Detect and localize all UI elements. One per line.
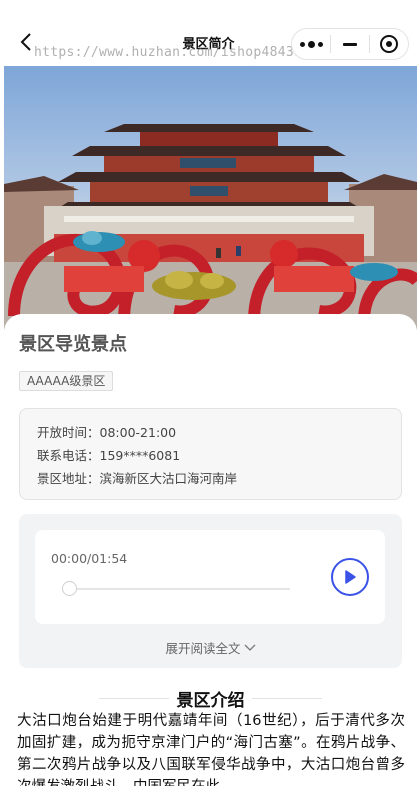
audio-progress-track[interactable] (66, 588, 290, 590)
nav-bar: 景区简介 https://www.huzhan.com/ishop48431 (0, 0, 417, 66)
chevron-down-icon (244, 640, 256, 655)
minimize-icon (343, 42, 357, 46)
spot-title: 景区导览景点 (19, 334, 127, 355)
audio-progress-thumb[interactable] (62, 581, 77, 596)
audio-time: 00:00/01:54 (51, 551, 128, 566)
level-badge: AAAAA级景区 (19, 371, 114, 391)
mini-program-capsule (291, 28, 409, 60)
intro-title: 景区介绍 (176, 691, 245, 711)
spot-address[interactable]: 景区地址：滨海新区大沽口海河南岸 (37, 470, 401, 493)
pagoda-image (4, 66, 417, 330)
contact-phone[interactable]: 联系电话：159****6081 (37, 447, 401, 470)
play-button[interactable] (331, 558, 369, 596)
audio-player: 00:00/01:54 (35, 530, 385, 624)
close-target-icon (380, 35, 398, 53)
intro-heading: 景区介绍 (19, 686, 402, 711)
opening-hours: 开放时间：08:00-21:00 (37, 425, 177, 440)
minimize-button[interactable] (331, 29, 369, 59)
intro-text: 大沽口炮台始建于明代嘉靖年间（16世纪），后于清代多次加固扩建，成为扼守京津门户… (17, 713, 405, 786)
play-icon (345, 570, 356, 584)
close-button[interactable] (370, 29, 408, 59)
audio-guide: 00:00/01:54 展开阅读全文 (19, 514, 402, 668)
watermark-text: https://www.huzhan.com/ishop48431 (34, 45, 303, 60)
heading-divider-right (252, 698, 322, 699)
more-dots-icon (299, 40, 323, 48)
more-button[interactable] (292, 29, 330, 59)
banner-image (4, 66, 417, 330)
content-card: 景区导览景点 AAAAA级景区 开放时间：08:00-21:00 联系电话：15… (4, 314, 417, 786)
info-box: 开放时间：08:00-21:00 联系电话：159****6081 景区地址：滨… (19, 408, 402, 500)
expand-label: 展开阅读全文 (165, 641, 241, 656)
expand-full-text-button[interactable]: 展开阅读全文 (19, 638, 402, 657)
